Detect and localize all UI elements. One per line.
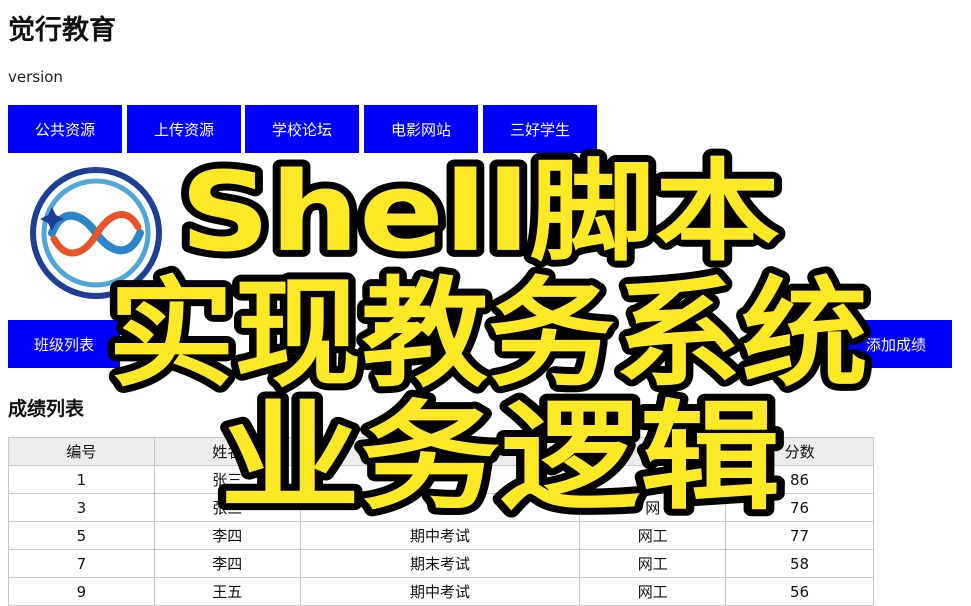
nav-movie-site[interactable]: 电影网站 — [364, 105, 478, 153]
cell-course: 网 — [579, 493, 727, 522]
cell-id: 7 — [8, 549, 155, 578]
cell-exam: 期中考试 — [299, 577, 581, 606]
version-text: version — [8, 68, 63, 86]
cell-name: 李四 — [153, 549, 301, 578]
cell-id: 3 — [8, 493, 155, 522]
cell-score: 77 — [725, 521, 874, 550]
nav-public-resources[interactable]: 公共资源 — [8, 105, 122, 153]
menu-class-list[interactable]: 班级列表 — [8, 320, 120, 368]
cell-course: 网工 — [579, 549, 727, 578]
table-row: 3 张三 网 76 — [8, 493, 874, 522]
site-title: 觉行教育 — [8, 15, 116, 46]
col-header-name: 姓名 — [153, 437, 301, 466]
cell-exam: 期中考试 — [299, 521, 581, 550]
infinity-logo-icon — [30, 167, 162, 299]
cell-name: 王五 — [153, 577, 301, 606]
banner-line-1: Shell脚本 — [180, 148, 780, 276]
col-header-exam — [299, 437, 581, 466]
cell-id: 5 — [8, 521, 155, 550]
cell-exam: 期末考试 — [299, 549, 581, 578]
cell-course: 网工 — [579, 577, 727, 606]
section-title: 成绩列表 — [8, 398, 85, 420]
table-row: 5 李四 期中考试 网工 77 — [8, 521, 874, 550]
cell-name: 李四 — [153, 521, 301, 550]
cell-score: 76 — [725, 493, 874, 522]
table-row: 7 李四 期末考试 网工 58 — [8, 549, 874, 578]
menu-add-scores[interactable]: 添加成绩 — [840, 320, 952, 368]
scores-table: 编号 姓名 分数 1 张三 86 3 张三 网 76 5 李四 期中考试 网工 … — [8, 437, 874, 606]
cell-exam — [299, 493, 581, 522]
cell-score: 56 — [725, 577, 874, 606]
table-row: 9 王五 期中考试 网工 56 — [8, 577, 874, 606]
cell-score: 58 — [725, 549, 874, 578]
cell-id: 9 — [8, 577, 155, 606]
col-header-score: 分数 — [725, 437, 874, 466]
nav-merit-students[interactable]: 三好学生 — [483, 105, 597, 153]
table-header-row: 编号 姓名 分数 — [8, 437, 874, 466]
cell-course: 网工 — [579, 521, 727, 550]
nav-school-forum[interactable]: 学校论坛 — [245, 105, 359, 153]
col-header-id: 编号 — [8, 437, 155, 466]
cell-exam — [299, 465, 581, 494]
nav-upload-resources[interactable]: 上传资源 — [127, 105, 241, 153]
table-row: 1 张三 86 — [8, 465, 874, 494]
cell-id: 1 — [8, 465, 155, 494]
cell-name: 张三 — [153, 493, 301, 522]
cell-score: 86 — [725, 465, 874, 494]
cell-name: 张三 — [153, 465, 301, 494]
col-header-course — [579, 437, 727, 466]
cell-course — [579, 465, 727, 494]
banner-line-2: 实现教务系统 — [108, 265, 868, 403]
